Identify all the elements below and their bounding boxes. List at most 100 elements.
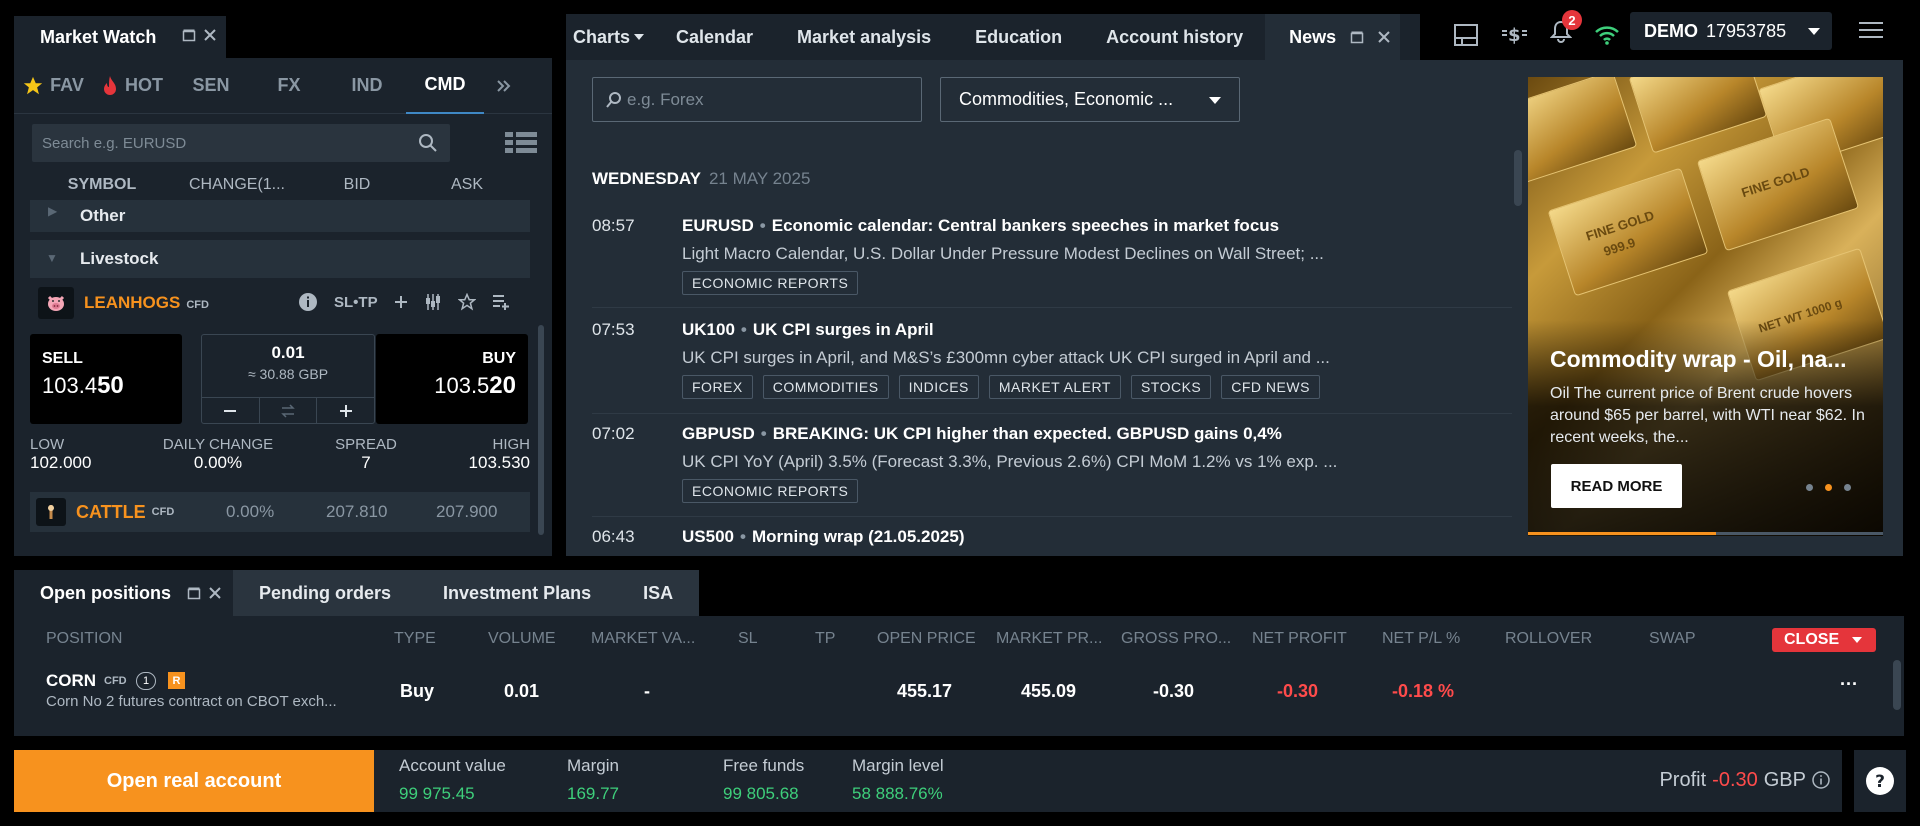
instrument-row-cattle[interactable]: CATTLE CFD 0.00% 207.810 207.900 — [30, 492, 530, 532]
info-icon[interactable] — [1812, 771, 1830, 789]
news-tag[interactable]: CFD NEWS — [1221, 375, 1320, 399]
symbol-search-input[interactable]: Search e.g. EURUSD — [32, 124, 450, 162]
tab-fav[interactable]: FAV — [14, 58, 92, 114]
caret-down-icon — [1209, 97, 1221, 104]
notifications-button[interactable]: 2 — [1549, 10, 1582, 49]
info-icon[interactable] — [298, 292, 318, 312]
tab-open-positions[interactable]: Open positions — [14, 570, 234, 616]
profit-value: -0.30 — [1712, 769, 1758, 791]
positions-scrollbar[interactable] — [1893, 660, 1901, 710]
tab-isa[interactable]: ISA — [617, 570, 700, 616]
open-real-account-button[interactable]: Open real account — [14, 750, 374, 812]
tab-fx[interactable]: FX — [250, 58, 328, 114]
news-tag[interactable]: ECONOMIC REPORTS — [682, 479, 859, 503]
tab-education[interactable]: Education — [953, 14, 1084, 60]
news-tag[interactable]: INDICES — [898, 375, 979, 399]
tab-label: SEN — [192, 75, 230, 95]
position-row[interactable]: CORN CFD 1 R Corn No 2 futures contract … — [14, 668, 1904, 712]
volume-decrease-button[interactable] — [202, 398, 260, 423]
news-tag[interactable]: FOREX — [682, 375, 753, 399]
caret-down-icon — [1852, 637, 1862, 643]
news-category-dropdown[interactable]: Commodities, Economic ... — [940, 77, 1240, 122]
grid-view-icon[interactable] — [505, 132, 537, 159]
account-selector[interactable]: DEMO 17953785 — [1630, 12, 1832, 50]
buy-button[interactable]: BUY 103.520 — [376, 334, 528, 424]
tab-pending-orders[interactable]: Pending orders — [233, 570, 418, 616]
tab-calendar[interactable]: Calendar — [654, 14, 775, 60]
help-button[interactable]: ? — [1854, 750, 1906, 812]
carousel-progress-fill — [1528, 532, 1717, 535]
candlestick-chart-icon[interactable] — [424, 293, 442, 311]
news-time: 08:57 — [592, 216, 635, 235]
group-livestock[interactable]: ▼ Livestock — [30, 240, 530, 278]
news-item[interactable]: 08:57 EURUSD • Economic calendar: Central … — [592, 216, 1512, 308]
volume-increase-button[interactable] — [317, 398, 374, 423]
layout-icon[interactable] — [1454, 23, 1478, 46]
tab-market-analysis[interactable]: Market analysis — [775, 14, 953, 60]
tab-investment-plans[interactable]: Investment Plans — [417, 570, 618, 616]
tab-label: Calendar — [676, 26, 754, 47]
news-item[interactable]: 06:43 US500 • Morning wrap (21.05.2025) — [592, 527, 1512, 549]
sell-price-main: 103.4 — [42, 373, 98, 398]
volume-value[interactable]: 0.01 — [202, 343, 374, 363]
hamburger-menu-icon[interactable] — [1858, 20, 1884, 45]
tab-news[interactable]: News — [1265, 14, 1401, 60]
news-search-input[interactable]: e.g. Forex — [592, 77, 922, 122]
tabs-scroll-right[interactable] — [484, 58, 524, 114]
position-type-tag: CFD — [104, 675, 127, 687]
news-tag[interactable]: MARKET ALERT — [988, 375, 1121, 399]
close-icon[interactable] — [209, 587, 221, 599]
news-time: 06:43 — [592, 527, 635, 546]
maximize-icon[interactable] — [1350, 30, 1364, 44]
instrument-actions: SL•TP — [298, 292, 510, 312]
tab-cmd[interactable]: CMD — [406, 58, 484, 114]
margin-level-stat: Margin level 58 888.76% — [852, 756, 944, 804]
plus-icon[interactable] — [394, 295, 408, 309]
tab-label: Market analysis — [797, 26, 932, 47]
caret-down-icon — [634, 34, 645, 40]
tab-sen[interactable]: SEN — [172, 58, 250, 114]
group-other[interactable]: ▶ Other — [30, 200, 530, 232]
close-icon[interactable] — [1378, 31, 1390, 43]
carousel-dot[interactable] — [1844, 484, 1851, 491]
news-item[interactable]: 07:02 GBPUSD • BREAKING: UK CPI higher tha… — [592, 424, 1512, 517]
star-outline-icon[interactable] — [457, 293, 476, 311]
tab-account-history[interactable]: Account history — [1084, 14, 1265, 60]
sell-button[interactable]: SELL 103.450 — [30, 334, 182, 424]
market-watch-scrollbar[interactable] — [538, 325, 544, 535]
carousel-dot[interactable] — [1806, 484, 1813, 491]
buy-price-main: 103.5 — [434, 373, 490, 398]
volume-swap-button[interactable] — [260, 398, 318, 423]
maximize-icon[interactable] — [182, 28, 196, 42]
news-tag[interactable]: ECONOMIC REPORTS — [682, 271, 859, 295]
tab-hot[interactable]: HOT — [92, 58, 172, 114]
news-tag[interactable]: STOCKS — [1130, 375, 1212, 399]
add-to-list-icon[interactable] — [492, 294, 510, 310]
tab-ind[interactable]: IND — [328, 58, 406, 114]
news-item[interactable]: 07:53 UK100 • UK CPI surges in April UK CP… — [592, 320, 1512, 414]
news-title: Economic calendar: Central bankers speec… — [771, 216, 1280, 235]
close-icon[interactable] — [204, 28, 216, 42]
search-icon[interactable] — [418, 133, 438, 157]
dollar-exchange-icon[interactable]: $ — [1500, 23, 1528, 47]
tab-label: Education — [975, 26, 1063, 47]
maximize-icon[interactable] — [187, 586, 201, 600]
tab-charts[interactable]: Charts — [566, 14, 654, 60]
column-gross-profit: GROSS PRO... — [1121, 630, 1232, 647]
high-value: 103.530 — [468, 453, 530, 472]
cattle-icon — [36, 498, 66, 526]
margin-stat: Margin 169.77 — [567, 756, 619, 804]
account-number: 17953785 — [1706, 20, 1787, 41]
volume-stepper: 0.01 ≈ 30.88 GBP — [201, 334, 375, 424]
svg-text:$: $ — [1508, 25, 1521, 46]
sl-tp-button[interactable]: SL•TP — [334, 294, 378, 311]
read-more-button[interactable]: READ MORE — [1551, 464, 1682, 508]
more-options-icon[interactable]: ··· — [1840, 674, 1858, 695]
news-scrollbar[interactable] — [1514, 150, 1522, 206]
instrument-leanhogs[interactable]: LEANHOGS CFD — [84, 293, 209, 313]
carousel-dot-active[interactable] — [1825, 484, 1832, 491]
news-tag[interactable]: COMMODITIES — [762, 375, 889, 399]
position-side: Buy — [400, 681, 435, 701]
close-positions-button[interactable]: CLOSE — [1772, 628, 1876, 652]
news-time: 07:02 — [592, 424, 635, 443]
